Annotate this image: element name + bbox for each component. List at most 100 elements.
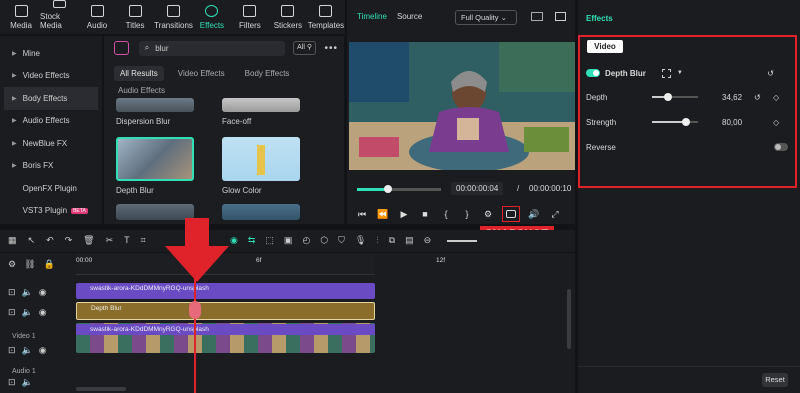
title-clip[interactable]: swastik-arora-KDdDMMnyRGQ-unsplash (76, 283, 375, 299)
toolbar-media[interactable]: Media (2, 0, 40, 34)
track-eye-icon[interactable]: ◉ (39, 307, 47, 318)
quality-select[interactable]: Full Quality ⌄ (455, 10, 517, 25)
effect-mask-icon[interactable] (661, 68, 671, 78)
tab-timeline[interactable]: Timeline (357, 12, 387, 21)
track-lock-icon[interactable]: ⊡ (8, 377, 16, 388)
track-audio-icon[interactable]: 🔈 (22, 345, 33, 356)
strength-slider-knob[interactable] (682, 118, 690, 126)
track-eye-icon[interactable]: ◉ (39, 345, 47, 356)
track-lock-icon[interactable]: ⊡ (8, 345, 16, 356)
strength-value[interactable]: 80,00 (722, 118, 742, 127)
ai-icon[interactable]: ◉ (230, 235, 238, 246)
track-audio-icon[interactable]: 🔈 (22, 287, 33, 298)
scrubber-knob[interactable] (384, 185, 392, 193)
search-input[interactable]: ⌕ blur (138, 40, 285, 56)
effect-card-glow-color[interactable]: Glow Color (222, 137, 300, 195)
playhead-grab-handle[interactable] (189, 301, 201, 319)
playback-scrubber[interactable] (357, 185, 441, 193)
split-icon[interactable]: ⇆ (248, 235, 256, 246)
chevron-down-icon[interactable]: ▼ (677, 70, 683, 76)
tab-video-effects[interactable]: Video Effects (172, 66, 231, 81)
render-settings-icon[interactable]: ⚙ (481, 208, 495, 220)
keyframe-tool-icon[interactable]: ⬡ (320, 235, 328, 246)
effect-card-face-off[interactable]: Face-off (222, 98, 300, 126)
marker-icon[interactable]: ⬚ (265, 235, 274, 246)
toolbar-effects[interactable]: Effects (193, 0, 231, 34)
replace-icon[interactable]: ⧉ (389, 235, 395, 246)
toolbar-stickers[interactable]: Stickers (269, 0, 307, 34)
keyframe-icon[interactable]: ◇ (773, 93, 779, 102)
mic-icon[interactable]: 🎙 (355, 235, 366, 246)
mixer-icon[interactable]: ⫶ (376, 235, 378, 246)
fullscreen-icon[interactable]: ⤢ (548, 208, 562, 220)
play-icon[interactable]: ▶ (397, 208, 411, 220)
sidebar-item-vst3-plugin[interactable]: ▶VST3 PluginBETA (4, 200, 98, 223)
tab-source[interactable]: Source (397, 12, 422, 21)
sidebar-item-mine[interactable]: ▶ Mine (4, 42, 98, 65)
layout-icon[interactable]: ▦ (8, 235, 17, 246)
track-eye-icon[interactable]: ◉ (39, 287, 47, 298)
grid-view-icon[interactable] (531, 12, 543, 21)
snapshot-track-icon[interactable]: ▣ (284, 235, 293, 246)
cut-icon[interactable]: ✂ (106, 235, 114, 246)
image-icon[interactable] (555, 12, 566, 21)
vertical-scrollbar[interactable] (567, 289, 571, 349)
sidebar-item-audio-effects[interactable]: ▶ Audio Effects (4, 110, 98, 133)
depth-blur-effect-clip[interactable]: Depth Blur (76, 302, 375, 320)
prev-frame-icon[interactable]: ⏮ (355, 208, 369, 220)
track-audio-icon[interactable]: 🔈 (22, 377, 33, 388)
video-clip[interactable]: swastik-arora-KDdDMMnyRGQ-unsplash (76, 323, 375, 353)
depth-slider-knob[interactable] (664, 93, 672, 101)
redo-icon[interactable]: ↷ (65, 235, 73, 246)
track-lock-icon[interactable]: ⊡ (8, 307, 16, 318)
toolbar-templates[interactable]: Templates (307, 0, 345, 34)
tab-video[interactable]: Video (587, 40, 623, 53)
text-icon[interactable]: T (124, 235, 130, 246)
delete-icon[interactable]: 🗑 (83, 235, 94, 246)
mark-in-icon[interactable]: { (439, 208, 453, 220)
shield-icon[interactable]: ⛉ (338, 235, 345, 246)
toolbar-stock-media[interactable]: Stock Media (40, 0, 78, 34)
effect-card-row3-b[interactable] (222, 204, 300, 220)
lock-icon[interactable]: 🔒 (44, 259, 55, 270)
keyframe-icon[interactable]: ◇ (773, 118, 779, 127)
effect-card-depth-blur[interactable]: Depth Blur (116, 137, 194, 195)
toolbar-titles[interactable]: Titles (116, 0, 154, 34)
effect-card-dispersion-blur[interactable]: Dispersion Blur (116, 98, 194, 126)
mark-out-icon[interactable]: } (460, 208, 474, 220)
sidebar-item-newblue-fx[interactable]: ▶ NewBlue FX (4, 132, 98, 155)
toolbar-filters[interactable]: Filters (231, 0, 269, 34)
reset-button[interactable]: Reset (762, 373, 788, 387)
zoom-slider[interactable] (447, 240, 477, 242)
subtitle-icon[interactable]: ▤ (405, 235, 414, 246)
reverse-toggle[interactable] (774, 143, 788, 151)
strength-slider[interactable] (652, 118, 698, 126)
filter-all-button[interactable]: All ⚲ (292, 41, 317, 55)
effect-enabled-toggle[interactable] (586, 69, 600, 77)
undo-icon[interactable]: ↶ (46, 235, 54, 246)
tab-audio-effects[interactable]: Audio Effects (118, 86, 165, 95)
stop-icon[interactable]: ■ (418, 208, 432, 220)
zoom-out-icon[interactable]: ⊖ (424, 235, 432, 246)
sidebar-item-video-effects[interactable]: ▶ Video Effects (4, 65, 98, 88)
favorites-button[interactable] (114, 41, 129, 55)
snapshot-camera-button[interactable] (502, 206, 520, 222)
volume-icon[interactable]: 🔊 (527, 208, 541, 220)
speed-icon[interactable]: ◴ (302, 235, 310, 246)
play-reverse-icon[interactable]: ⏪ (376, 208, 390, 220)
depth-value[interactable]: 34,62 (722, 93, 742, 102)
tab-all-results[interactable]: All Results (114, 66, 164, 81)
sidebar-item-openfx-plugin[interactable]: ▶OpenFX Plugin (4, 177, 98, 200)
horizontal-scrollbar[interactable] (76, 387, 126, 391)
toolbar-transitions[interactable]: Transitions (154, 0, 193, 34)
track-audio-icon[interactable]: 🔈 (22, 307, 33, 318)
depth-slider[interactable] (652, 93, 698, 101)
settings-icon[interactable]: ⚙ (8, 259, 16, 270)
select-tool-icon[interactable]: ↖ (28, 235, 36, 246)
link-icon[interactable]: ⛓ (24, 259, 35, 270)
depth-reset-icon[interactable]: ↺ (754, 93, 761, 102)
more-options-icon[interactable]: ••• (324, 43, 338, 54)
crop-icon[interactable]: ⌗ (141, 235, 146, 246)
sidebar-item-boris-fx[interactable]: ▶ Boris FX (4, 155, 98, 178)
reset-icon[interactable]: ↺ (767, 69, 774, 78)
